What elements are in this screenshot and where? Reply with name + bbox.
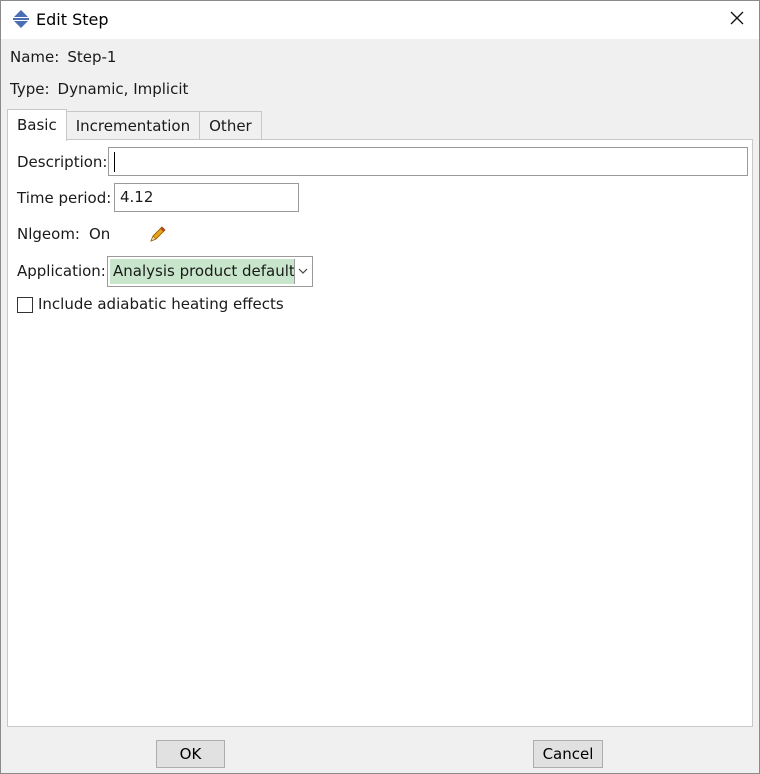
title-bar[interactable]: Edit Step bbox=[1, 1, 759, 39]
name-label: Name: bbox=[10, 48, 60, 66]
application-label: Application: bbox=[17, 262, 106, 280]
text-caret bbox=[114, 152, 115, 172]
tab-other[interactable]: Other bbox=[199, 111, 262, 140]
application-select[interactable]: Analysis product default bbox=[107, 256, 313, 287]
nlgeom-value: On bbox=[89, 225, 111, 243]
tab-incrementation[interactable]: Incrementation bbox=[65, 111, 201, 140]
close-button[interactable] bbox=[715, 1, 759, 39]
pencil-icon[interactable] bbox=[148, 224, 168, 244]
edit-step-dialog: Edit Step Name: Step-1 Type: Dynamic, Impl… bbox=[0, 0, 760, 774]
ok-button[interactable]: OK bbox=[156, 740, 225, 768]
step-icon bbox=[11, 9, 31, 29]
description-label: Description: bbox=[17, 153, 108, 171]
type-value: Dynamic, Implicit bbox=[57, 80, 189, 98]
name-value: Step-1 bbox=[67, 48, 117, 66]
application-value: Analysis product default bbox=[110, 259, 295, 284]
nlgeom-label: Nlgeom: bbox=[17, 225, 80, 243]
adiabatic-checkbox[interactable] bbox=[17, 297, 33, 313]
time-period-field[interactable]: 4.12 bbox=[114, 183, 299, 212]
basic-tab-panel: Description: Time period: 4.12 Nlgeom: O… bbox=[7, 139, 753, 727]
time-period-label: Time period: bbox=[17, 189, 112, 207]
description-field[interactable] bbox=[108, 147, 748, 176]
tab-bar: Basic Incrementation Other bbox=[7, 109, 262, 141]
step-name-row: Name: Step-1 bbox=[10, 48, 116, 66]
dialog-title: Edit Step bbox=[36, 10, 109, 29]
chevron-down-icon[interactable] bbox=[294, 259, 311, 284]
cancel-button[interactable]: Cancel bbox=[533, 740, 603, 768]
adiabatic-label[interactable]: Include adiabatic heating effects bbox=[38, 295, 284, 313]
close-icon bbox=[729, 10, 745, 30]
type-label: Type: bbox=[10, 80, 50, 98]
tab-basic[interactable]: Basic bbox=[7, 109, 67, 141]
time-period-value: 4.12 bbox=[120, 188, 154, 206]
step-type-row: Type: Dynamic, Implicit bbox=[10, 80, 188, 98]
